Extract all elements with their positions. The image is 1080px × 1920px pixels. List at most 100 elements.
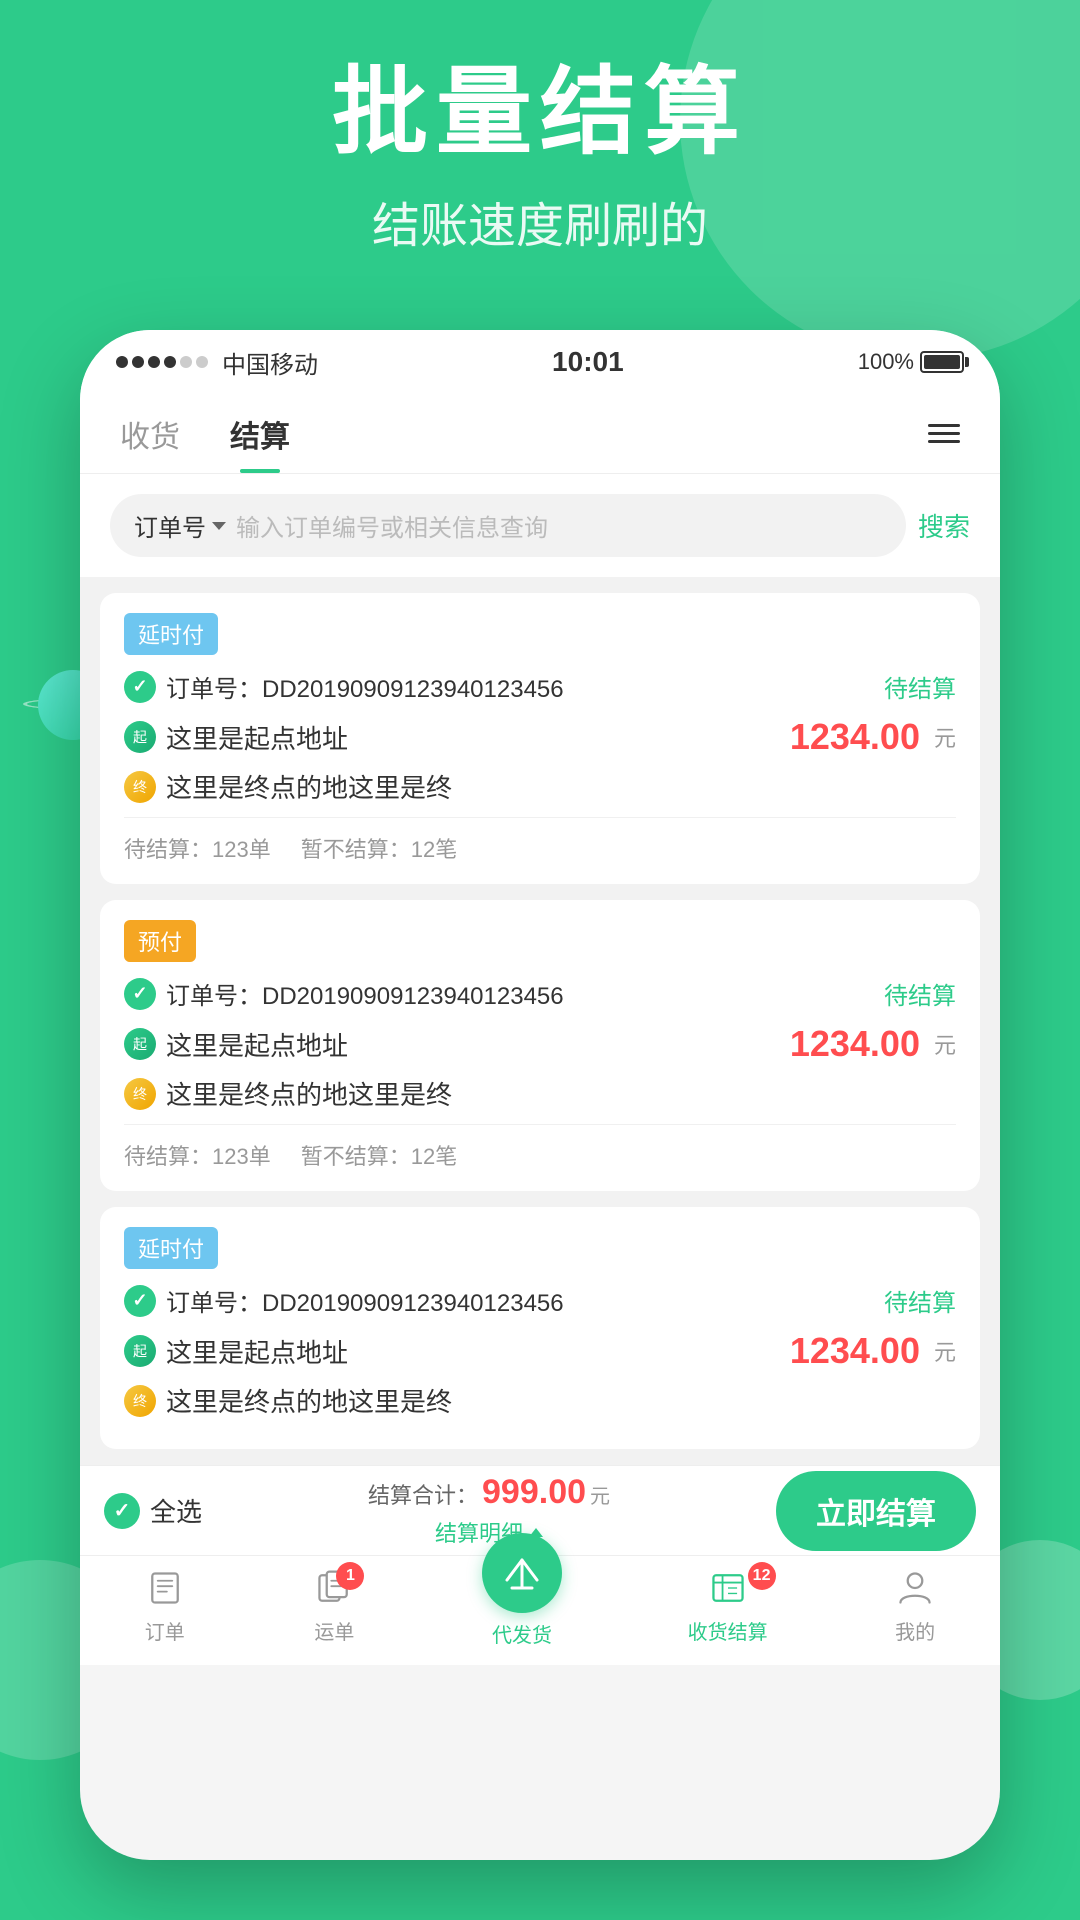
order-summary-2: 待结算：123单 暂不结算：12笔	[124, 1124, 956, 1171]
start-location-row-1: 起 这里是起点地址 1234.00 元	[124, 716, 956, 758]
menu-line-2	[928, 432, 960, 435]
start-address-3: 这里是起点地址	[166, 1333, 780, 1370]
battery-icon	[920, 351, 964, 373]
start-location-row-3: 起 这里是起点地址 1234.00 元	[124, 1330, 956, 1372]
amount-3: 1234.00	[790, 1330, 920, 1372]
signal-dot-2	[132, 356, 144, 368]
search-input-container: 订单号 输入订单编号或相关信息查询	[110, 494, 906, 557]
total-amount: 999.00	[482, 1473, 586, 1512]
nav-label-receive-settle: 收货结算	[688, 1616, 768, 1645]
amount-unit-3: 元	[934, 1335, 956, 1367]
carrier-name: 中国移动	[222, 345, 318, 380]
order-tag-1: 延时付	[124, 613, 218, 655]
signal-dots	[116, 356, 208, 368]
total-unit: 元	[590, 1480, 610, 1509]
no-settle-count-2: 暂不结算：12笔	[301, 1139, 457, 1171]
menu-line-1	[928, 424, 960, 427]
end-location-icon-3: 终	[124, 1385, 156, 1417]
waybill-badge: 1	[336, 1562, 364, 1590]
order-tag-2: 预付	[124, 920, 196, 962]
nav-item-waybill[interactable]: 1 运单	[312, 1566, 356, 1645]
search-type-selector[interactable]: 订单号	[134, 508, 226, 543]
bottom-navigation: 订单 1 运单 代	[80, 1555, 1000, 1665]
page-title: 批量结算	[0, 60, 1080, 166]
end-address-1: 这里是终点的地这里是终	[166, 768, 956, 805]
end-address-3: 这里是终点的地这里是终	[166, 1382, 956, 1419]
pending-count-2: 待结算：123单	[124, 1139, 271, 1171]
menu-icon[interactable]	[928, 424, 960, 443]
search-bar: 订单号 输入订单编号或相关信息查询 搜索	[80, 474, 1000, 577]
end-address-2: 这里是终点的地这里是终	[166, 1075, 956, 1112]
page-subtitle: 结账速度刷刷的	[0, 186, 1080, 256]
end-location-row-1: 终 这里是终点的地这里是终	[124, 768, 956, 805]
nav-item-dispatch[interactable]: 代发货	[482, 1563, 562, 1648]
phone-mockup: 中国移动 10:01 100% 收货 结算 订单号 输	[80, 330, 1000, 1860]
nav-tabs: 收货 结算	[80, 394, 1000, 474]
end-location-row-2: 终 这里是终点的地这里是终	[124, 1075, 956, 1112]
start-address-1: 这里是起点地址	[166, 719, 780, 756]
receive-settle-badge: 12	[748, 1562, 776, 1590]
total-row: 结算合计： 999.00 元	[218, 1473, 760, 1512]
nav-label-waybill: 运单	[314, 1616, 354, 1645]
start-location-icon-1: 起	[124, 721, 156, 753]
order-row-3: 订单号：DD20190909123940123456 待结算	[124, 1283, 956, 1318]
order-row-2: 订单号：DD20190909123940123456 待结算	[124, 976, 956, 1011]
select-all-checkbox[interactable]	[104, 1493, 140, 1529]
dispatch-icon-wrap	[482, 1533, 562, 1613]
order-summary-1: 待结算：123单 暂不结算：12笔	[124, 817, 956, 864]
search-type-label: 订单号	[134, 508, 206, 543]
end-location-row-3: 终 这里是终点的地这里是终	[124, 1382, 956, 1419]
order-tag-3: 延时付	[124, 1227, 218, 1269]
nav-label-my: 我的	[895, 1616, 935, 1645]
signal-dot-6	[196, 356, 208, 368]
signal-area: 中国移动	[116, 345, 318, 380]
search-button[interactable]: 搜索	[918, 507, 970, 544]
status-badge-1: 待结算	[884, 669, 956, 704]
tab-receive[interactable]: 收货	[120, 394, 180, 473]
amount-1: 1234.00	[790, 716, 920, 758]
status-time: 10:01	[552, 346, 624, 378]
chevron-down-icon	[212, 522, 226, 530]
amount-unit-2: 元	[934, 1028, 956, 1060]
battery-fill	[924, 355, 960, 369]
nav-item-receive-settle[interactable]: 12 收货结算	[688, 1566, 768, 1645]
detail-row[interactable]: 结算明细	[218, 1516, 760, 1548]
order-card-1: 延时付 订单号：DD20190909123940123456 待结算 起 这里是…	[100, 593, 980, 884]
start-address-2: 这里是起点地址	[166, 1026, 780, 1063]
start-location-icon-2: 起	[124, 1028, 156, 1060]
orders-icon	[143, 1566, 187, 1610]
signal-dot-3	[148, 356, 160, 368]
settle-button[interactable]: 立即结算	[776, 1471, 976, 1551]
start-location-icon-3: 起	[124, 1335, 156, 1367]
total-label: 结算合计：	[368, 1478, 478, 1510]
check-icon-1[interactable]	[124, 671, 156, 703]
end-location-icon-1: 终	[124, 771, 156, 803]
order-card-3: 延时付 订单号：DD20190909123940123456 待结算 起 这里是…	[100, 1207, 980, 1449]
check-icon-3[interactable]	[124, 1285, 156, 1317]
header-section: 批量结算 结账速度刷刷的	[0, 60, 1080, 256]
nav-label-orders: 订单	[145, 1616, 185, 1645]
tab-settle[interactable]: 结算	[230, 394, 290, 473]
no-settle-count-1: 暂不结算：12笔	[301, 832, 457, 864]
signal-dot-1	[116, 356, 128, 368]
status-bar: 中国移动 10:01 100%	[80, 330, 1000, 394]
receive-settle-icon	[706, 1566, 750, 1610]
order-number-1: 订单号：DD20190909123940123456	[166, 669, 874, 704]
status-battery: 100%	[858, 349, 964, 375]
order-number-2: 订单号：DD20190909123940123456	[166, 976, 874, 1011]
order-row-1: 订单号：DD20190909123940123456 待结算	[124, 669, 956, 704]
signal-dot-4	[164, 356, 176, 368]
total-section: 结算合计： 999.00 元 结算明细	[218, 1473, 760, 1548]
my-icon	[893, 1566, 937, 1610]
nav-item-orders[interactable]: 订单	[143, 1566, 187, 1645]
content-area: 延时付 订单号：DD20190909123940123456 待结算 起 这里是…	[80, 577, 1000, 1465]
select-all-area[interactable]: 全选	[104, 1492, 202, 1529]
check-icon-2[interactable]	[124, 978, 156, 1010]
nav-item-my[interactable]: 我的	[893, 1566, 937, 1645]
select-all-label: 全选	[150, 1492, 202, 1529]
search-placeholder: 输入订单编号或相关信息查询	[236, 508, 882, 543]
order-card-2: 预付 订单号：DD20190909123940123456 待结算 起 这里是起…	[100, 900, 980, 1191]
end-location-icon-2: 终	[124, 1078, 156, 1110]
menu-line-3	[928, 440, 960, 443]
start-location-row-2: 起 这里是起点地址 1234.00 元	[124, 1023, 956, 1065]
